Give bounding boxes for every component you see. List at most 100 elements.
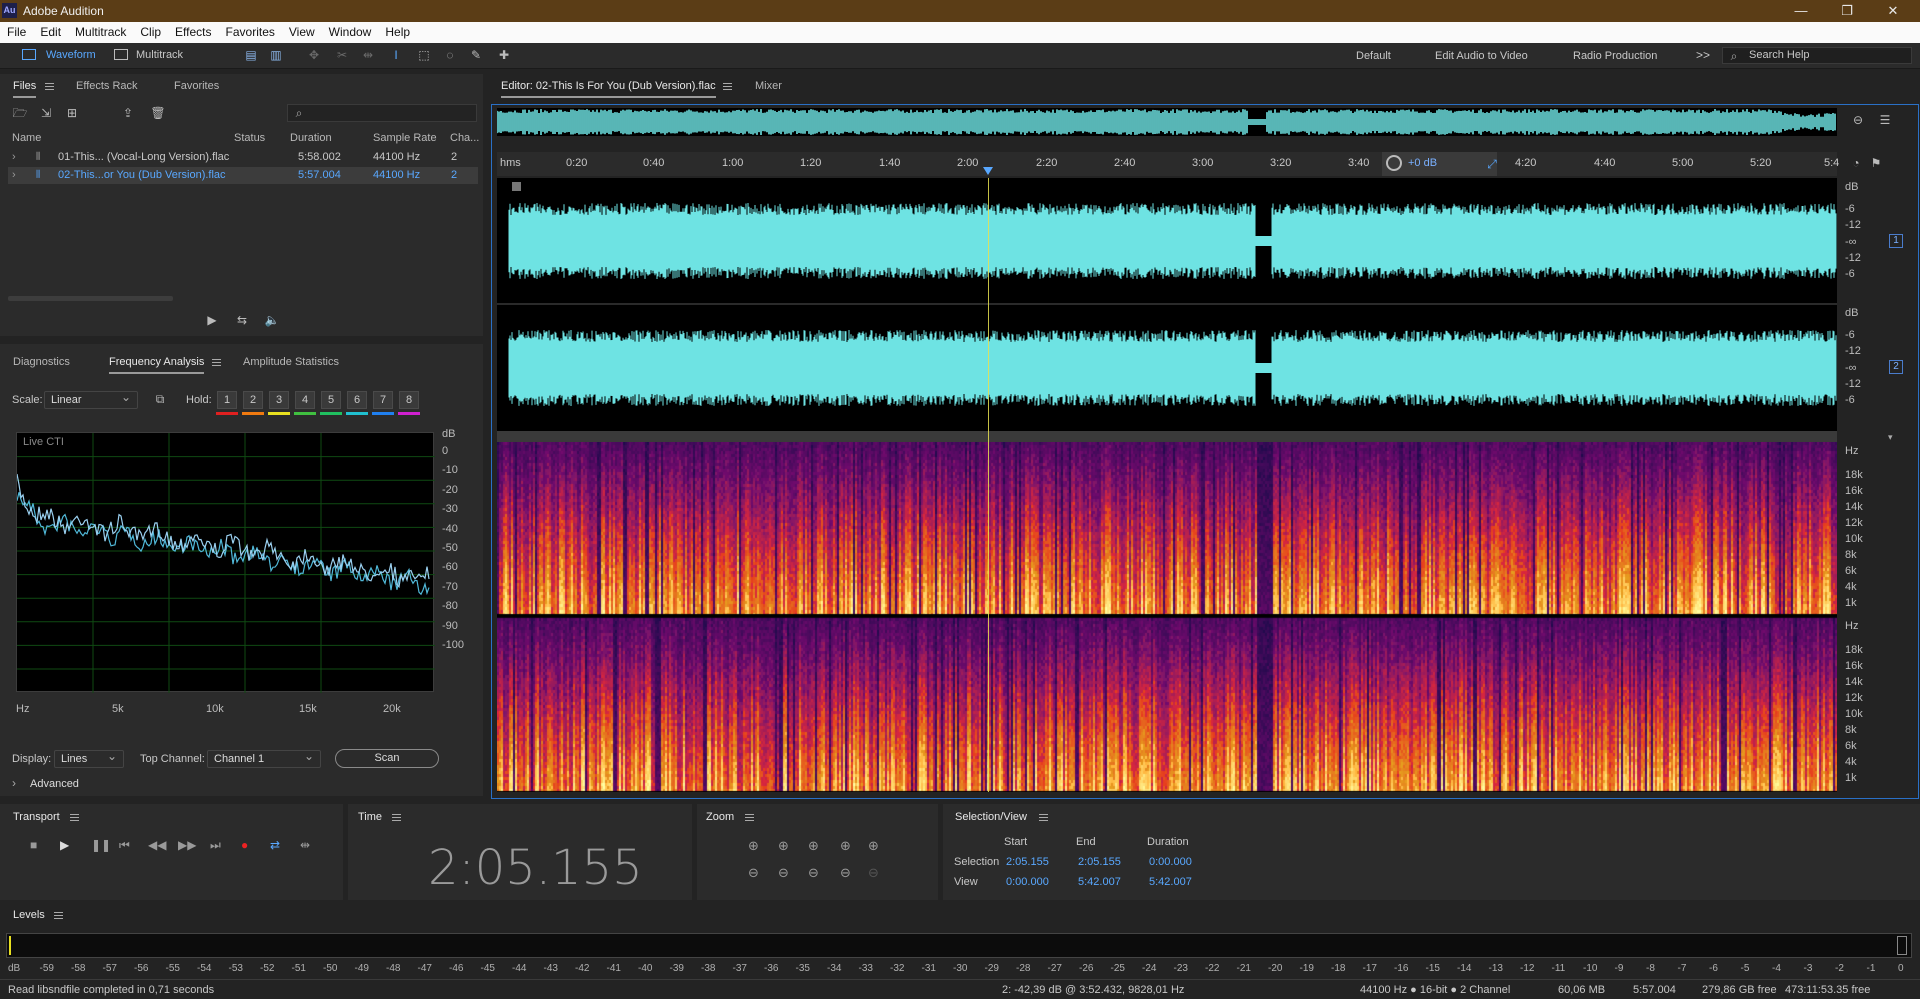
move-to-previous-icon[interactable]: ⏮ [119, 838, 130, 853]
top-channel-select[interactable]: Channel 1 [207, 748, 321, 768]
play-icon[interactable]: ▶ [60, 838, 69, 852]
view-start[interactable]: 0:00.000 [1006, 876, 1049, 888]
zoom-menu-icon[interactable] [745, 814, 754, 821]
selection-view-menu-icon[interactable] [1039, 814, 1048, 821]
hold-button-6[interactable]: 6 [347, 391, 367, 409]
hold-button-7[interactable]: 7 [373, 391, 393, 409]
marker-icon[interactable]: ⚑ [1868, 156, 1884, 170]
file-row-selected[interactable]: › ⫼ 02-This...or You (Dub Version).flac … [8, 167, 478, 184]
close-icon[interactable]: ✕ [1870, 0, 1916, 22]
copy-graph-icon[interactable]: ⧉ [152, 392, 168, 406]
expand-chevron-icon[interactable]: › [12, 169, 16, 181]
import-file-icon[interactable]: ⇲ [38, 106, 54, 120]
playhead-line[interactable] [988, 178, 989, 792]
tab-favorites[interactable]: Favorites [174, 80, 219, 92]
hold-button-2[interactable]: 2 [243, 391, 263, 409]
hud-gain[interactable]: +0 dB [1382, 152, 1497, 176]
column-channels[interactable]: Cha... [450, 132, 479, 144]
move-tool-icon[interactable]: ✥ [306, 48, 322, 62]
editor-panel-menu-icon[interactable] [723, 83, 732, 90]
volume-icon[interactable]: 🔈 [264, 313, 280, 327]
open-file-icon[interactable]: 🗁 [12, 106, 28, 120]
hold-button-8[interactable]: 8 [399, 391, 419, 409]
tab-effects-rack[interactable]: Effects Rack [76, 80, 138, 92]
tab-frequency-analysis[interactable]: Frequency Analysis [109, 356, 205, 374]
column-sample-rate[interactable]: Sample Rate [373, 132, 437, 144]
menu-window[interactable]: Window [322, 22, 379, 39]
selection-duration[interactable]: 0:00.000 [1149, 856, 1192, 868]
clip-indicator[interactable] [1897, 936, 1907, 955]
workspace-radio-production[interactable]: Radio Production [1573, 50, 1657, 62]
pin-hud-icon[interactable]: ⤢ [1484, 157, 1500, 171]
menu-effects[interactable]: Effects [168, 22, 218, 39]
play-preview-icon[interactable]: ▶ [204, 313, 220, 327]
files-panel-menu-icon[interactable] [45, 83, 54, 90]
tab-diagnostics[interactable]: Diagnostics [13, 356, 70, 368]
zoom-out-amplitude-icon[interactable]: ⊖ [748, 865, 759, 881]
advanced-chevron-icon[interactable]: › [12, 776, 16, 790]
new-file-icon[interactable]: ⊞ [64, 106, 80, 120]
restore-icon[interactable]: ❐ [1824, 0, 1870, 22]
expand-chevron-icon[interactable]: › [12, 151, 16, 163]
record-icon[interactable]: ● [241, 838, 248, 852]
menu-view[interactable]: View [282, 22, 322, 39]
zoom-reset-icon[interactable]: ⊖ [840, 865, 851, 881]
scan-button[interactable]: Scan [335, 749, 439, 768]
more-workspaces-button[interactable]: >> [1696, 48, 1710, 62]
zoom-in-amplitude-icon[interactable]: ⊕ [748, 838, 759, 854]
minimize-icon[interactable]: — [1778, 0, 1824, 22]
tab-mixer[interactable]: Mixer [755, 80, 782, 92]
zoom-in-out-icon[interactable]: ⊕ [840, 838, 851, 854]
column-status[interactable]: Status [234, 132, 265, 144]
workspace-edit-audio-to-video[interactable]: Edit Audio to Video [1435, 50, 1528, 62]
zoom-in-point-icon[interactable]: ⊕ [808, 838, 819, 854]
display-select[interactable]: Lines [54, 748, 124, 768]
zoom-in-time-icon[interactable]: ⊕ [778, 838, 789, 854]
spot-healing-icon[interactable]: ✚ [496, 48, 512, 62]
time-selection-tool-icon[interactable]: I [388, 48, 404, 62]
column-duration[interactable]: Duration [290, 132, 332, 144]
transport-menu-icon[interactable] [70, 814, 79, 821]
analysis-panel-menu-icon[interactable] [212, 359, 221, 366]
timeline-ruler[interactable] [497, 152, 1837, 176]
zoom-out-full-icon[interactable]: ⊖ [808, 865, 819, 881]
workspace-default[interactable]: Default [1356, 50, 1391, 62]
waveform-button[interactable]: Waveform [46, 49, 96, 61]
search-help-input[interactable]: Search Help [1722, 47, 1912, 64]
menu-file[interactable]: File [0, 22, 33, 39]
files-search-input[interactable] [287, 104, 477, 122]
selection-start[interactable]: 2:05.155 [1006, 856, 1049, 868]
multitrack-button[interactable]: Multitrack [136, 49, 183, 61]
lasso-tool-icon[interactable]: ◌ [442, 48, 458, 62]
menu-edit[interactable]: Edit [33, 22, 68, 39]
selection-end[interactable]: 2:05.155 [1078, 856, 1121, 868]
move-to-next-icon[interactable]: ⏭ [210, 838, 221, 853]
stop-icon[interactable]: ■ [30, 838, 37, 852]
gain-knob-icon[interactable] [1386, 155, 1402, 171]
spectral-display-icon[interactable]: ▤ [243, 48, 259, 62]
column-name[interactable]: Name [12, 132, 41, 144]
tab-editor[interactable]: Editor: 02-This Is For You (Dub Version)… [501, 80, 716, 98]
hold-button-1[interactable]: 1 [217, 391, 237, 409]
zoom-out-full-icon[interactable]: ⊖ [1850, 113, 1866, 127]
view-end[interactable]: 5:42.007 [1078, 876, 1121, 888]
channel-1-badge[interactable]: 1 [1889, 234, 1903, 248]
skip-selection-icon[interactable]: ⇹ [300, 838, 310, 852]
channel-2-badge[interactable]: 2 [1889, 360, 1903, 374]
spectral-display[interactable] [497, 442, 1837, 792]
advanced-toggle[interactable]: Advanced [30, 778, 79, 790]
slip-tool-icon[interactable]: ⇹ [360, 48, 376, 62]
tab-amplitude-statistics[interactable]: Amplitude Statistics [243, 356, 339, 368]
view-divider[interactable] [497, 431, 1837, 442]
file-row[interactable]: › ⫼ 01-This... (Vocal-Long Version).flac… [8, 149, 478, 166]
fast-forward-icon[interactable]: ▶▶ [178, 838, 196, 852]
hold-button-5[interactable]: 5 [321, 391, 341, 409]
files-scrollbar[interactable] [8, 296, 173, 301]
tab-files[interactable]: Files [13, 80, 37, 98]
pause-icon[interactable]: ❚❚ [91, 838, 111, 852]
hold-button-3[interactable]: 3 [269, 391, 289, 409]
rewind-icon[interactable]: ◀◀ [148, 838, 166, 852]
scale-select[interactable]: Linear [44, 389, 138, 409]
toggle-layout-icon[interactable]: ☰ [1877, 113, 1893, 127]
hold-button-4[interactable]: 4 [295, 391, 315, 409]
